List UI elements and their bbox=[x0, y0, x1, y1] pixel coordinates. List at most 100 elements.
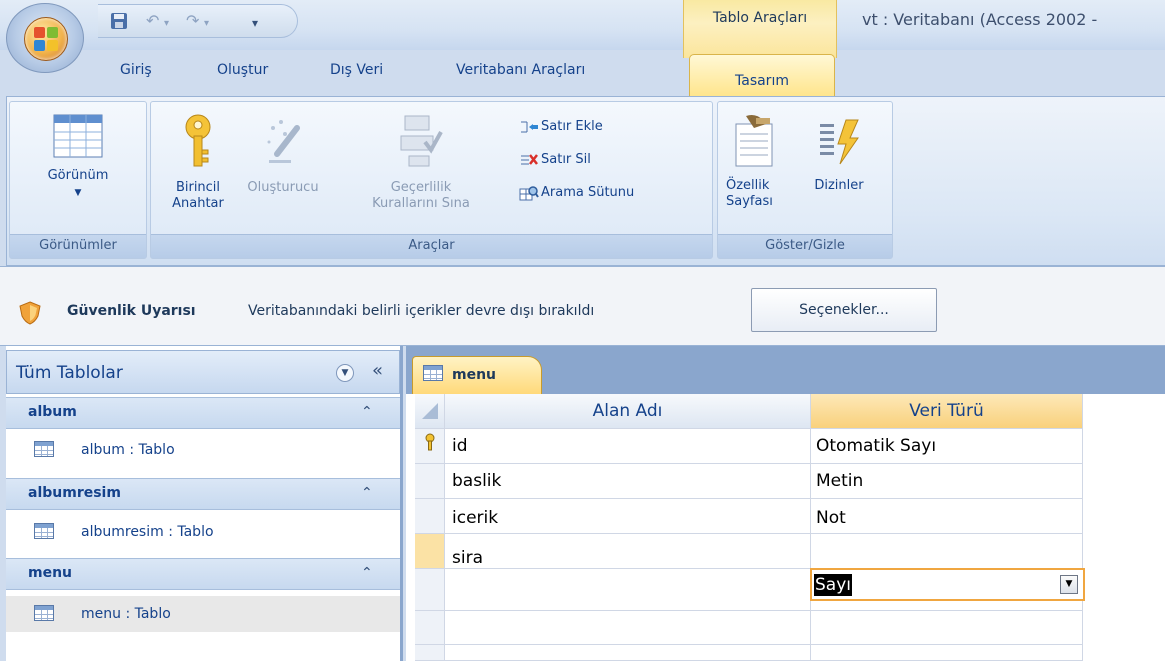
collapse-group-icon[interactable]: ⌃ bbox=[361, 565, 373, 581]
data-type-cell[interactable]: Not bbox=[811, 499, 1083, 534]
nav-item-label: menu : Tablo bbox=[81, 606, 171, 622]
collapse-pane-icon[interactable]: « bbox=[372, 360, 383, 381]
nav-item-label: album : Tablo bbox=[81, 442, 175, 458]
primary-key-button[interactable]: Birincil Anahtar bbox=[159, 114, 237, 224]
property-sheet-label-2: Sayfası bbox=[726, 194, 773, 209]
chevron-down-icon[interactable]: ▾ bbox=[164, 15, 169, 33]
ribbon: Görünüm ▼ Görünümler Birincil Anahtar Ol… bbox=[6, 96, 1165, 266]
tab-dis-veri[interactable]: Dış Veri bbox=[330, 62, 383, 78]
table-icon bbox=[34, 441, 54, 457]
column-header-field-name[interactable]: Alan Adı bbox=[445, 394, 811, 429]
data-type-cell-spacer bbox=[811, 534, 1083, 569]
validation-icon bbox=[400, 115, 443, 167]
field-name-cell[interactable] bbox=[445, 645, 811, 661]
collapse-group-icon[interactable]: ⌃ bbox=[361, 485, 373, 501]
row-selector[interactable] bbox=[415, 464, 445, 499]
ribbon-tabs: Giriş Oluştur Dış Veri Veritabanı Araçla… bbox=[0, 50, 1165, 96]
view-button[interactable]: Görünüm ▼ bbox=[16, 114, 140, 224]
nav-group-album[interactable]: album ⌃ bbox=[6, 397, 400, 429]
data-type-cell[interactable]: Otomatik Sayı bbox=[811, 429, 1083, 464]
primary-key-label-2: Anahtar bbox=[172, 196, 224, 211]
indexes-button[interactable]: Dizinler bbox=[798, 114, 880, 224]
validation-label-2: Kurallarını Sına bbox=[372, 196, 470, 211]
row-selector[interactable] bbox=[415, 429, 445, 464]
data-type-dropdown[interactable]: Sayı ▼ bbox=[810, 568, 1085, 601]
primary-key-label-1: Birincil bbox=[175, 180, 221, 195]
options-button[interactable]: Seçenekler... bbox=[751, 288, 937, 332]
security-warning-message: Veritabanındaki belirli içerikler devre … bbox=[248, 303, 595, 319]
row-selector[interactable] bbox=[415, 611, 445, 645]
chevron-down-icon[interactable]: ▼ bbox=[336, 364, 354, 382]
field-name-cell[interactable]: sira bbox=[445, 534, 811, 569]
navigation-pane: Tüm Tablolar ▼ « album ⌃ album : Tablo a… bbox=[6, 346, 403, 661]
validation-button[interactable]: Geçerlilik Kurallarını Sına bbox=[337, 114, 505, 224]
builder-icon bbox=[267, 120, 300, 163]
field-name-cell[interactable]: icerik bbox=[445, 499, 811, 534]
primary-key-icon bbox=[185, 114, 211, 167]
collapse-group-icon[interactable]: ⌃ bbox=[361, 404, 373, 420]
field-name-cell[interactable] bbox=[445, 611, 811, 645]
security-warning-bar: Güvenlik Uyarısı Veritabanındaki belirli… bbox=[0, 266, 1165, 346]
property-sheet-icon bbox=[735, 115, 773, 167]
tab-veritabani-araclari[interactable]: Veritabanı Araçları bbox=[456, 62, 585, 78]
lookup-column-button[interactable]: Arama Sütunu bbox=[519, 182, 634, 204]
select-all-corner[interactable] bbox=[415, 394, 445, 429]
redo-icon[interactable]: ↷ bbox=[186, 12, 199, 30]
nav-group-albumresim[interactable]: albumresim ⌃ bbox=[6, 478, 400, 510]
table-icon bbox=[34, 523, 54, 539]
table-icon bbox=[34, 605, 54, 621]
nav-group-menu[interactable]: menu ⌃ bbox=[6, 558, 400, 590]
nav-pane-header[interactable]: Tüm Tablolar ▼ « bbox=[6, 350, 400, 394]
nav-pane-title: Tüm Tablolar bbox=[16, 363, 123, 383]
key-icon bbox=[425, 433, 435, 451]
row-selector[interactable] bbox=[415, 499, 445, 534]
document-tab-strip: menu bbox=[406, 346, 1165, 394]
data-type-cell[interactable] bbox=[811, 645, 1083, 661]
insert-row-icon bbox=[521, 121, 538, 132]
customize-qat-icon[interactable]: ▾ bbox=[252, 14, 258, 32]
delete-row-button[interactable]: Satır Sil bbox=[519, 149, 591, 171]
property-sheet-button[interactable]: Özellik Sayfası bbox=[722, 114, 790, 224]
property-sheet-label-1: Özellik bbox=[726, 178, 770, 193]
column-header-data-type[interactable]: Veri Türü bbox=[811, 394, 1083, 429]
nav-item-album-table[interactable]: album : Tablo bbox=[6, 432, 400, 468]
quick-access-toolbar: ↶ ▾ ↷ ▾ ▾ bbox=[98, 4, 298, 38]
group-show-hide: Özellik Sayfası Dizinler Göster/Gizle bbox=[717, 101, 893, 259]
builder-button[interactable]: Oluşturucu bbox=[237, 114, 329, 224]
chevron-down-icon[interactable]: ▾ bbox=[204, 15, 209, 33]
validation-label-1: Geçerlilik bbox=[390, 180, 452, 195]
nav-item-label: albumresim : Tablo bbox=[81, 524, 214, 540]
title-bar: ↶ ▾ ↷ ▾ ▾ Tablo Araçları vt : Veritabanı… bbox=[0, 0, 1165, 58]
office-button[interactable] bbox=[6, 3, 84, 73]
group-label-tools: Araçlar bbox=[151, 234, 712, 258]
nav-group-label: albumresim bbox=[28, 485, 121, 501]
row-selector[interactable] bbox=[415, 569, 445, 611]
security-warning-title: Güvenlik Uyarısı bbox=[67, 303, 196, 319]
row-selector[interactable] bbox=[415, 645, 445, 661]
group-tools: Birincil Anahtar Oluşturucu Geçerlilik K… bbox=[150, 101, 713, 259]
select-all-icon bbox=[421, 403, 438, 419]
lookup-column-icon bbox=[519, 185, 539, 200]
undo-icon[interactable]: ↶ bbox=[146, 12, 159, 30]
group-views: Görünüm ▼ Görünümler bbox=[9, 101, 147, 259]
tab-olustur[interactable]: Oluştur bbox=[217, 62, 268, 78]
save-icon[interactable] bbox=[110, 12, 128, 34]
document-tab-menu[interactable]: menu bbox=[412, 356, 542, 394]
field-name-cell[interactable]: id bbox=[445, 429, 811, 464]
window-title: vt : Veritabanı (Access 2002 - bbox=[862, 10, 1098, 29]
data-type-cell[interactable] bbox=[811, 601, 1083, 611]
nav-item-albumresim-table[interactable]: albumresim : Tablo bbox=[6, 514, 400, 550]
dropdown-arrow-icon[interactable]: ▼ bbox=[1060, 575, 1078, 594]
row-selector-active[interactable] bbox=[415, 534, 445, 569]
tab-giris[interactable]: Giriş bbox=[120, 62, 152, 78]
data-type-cell[interactable] bbox=[811, 611, 1083, 645]
insert-row-button[interactable]: Satır Ekle bbox=[519, 116, 603, 138]
nav-item-menu-table[interactable]: menu : Tablo bbox=[6, 596, 400, 632]
nav-group-label: menu bbox=[28, 565, 73, 581]
tab-tasarim[interactable]: Tasarım bbox=[689, 54, 835, 96]
field-name-cell[interactable] bbox=[445, 569, 811, 611]
data-type-dropdown-value[interactable]: Sayı bbox=[814, 574, 852, 596]
data-type-cell[interactable]: Metin bbox=[811, 464, 1083, 499]
field-name-cell[interactable]: baslik bbox=[445, 464, 811, 499]
insert-row-label: Satır Ekle bbox=[541, 119, 603, 134]
